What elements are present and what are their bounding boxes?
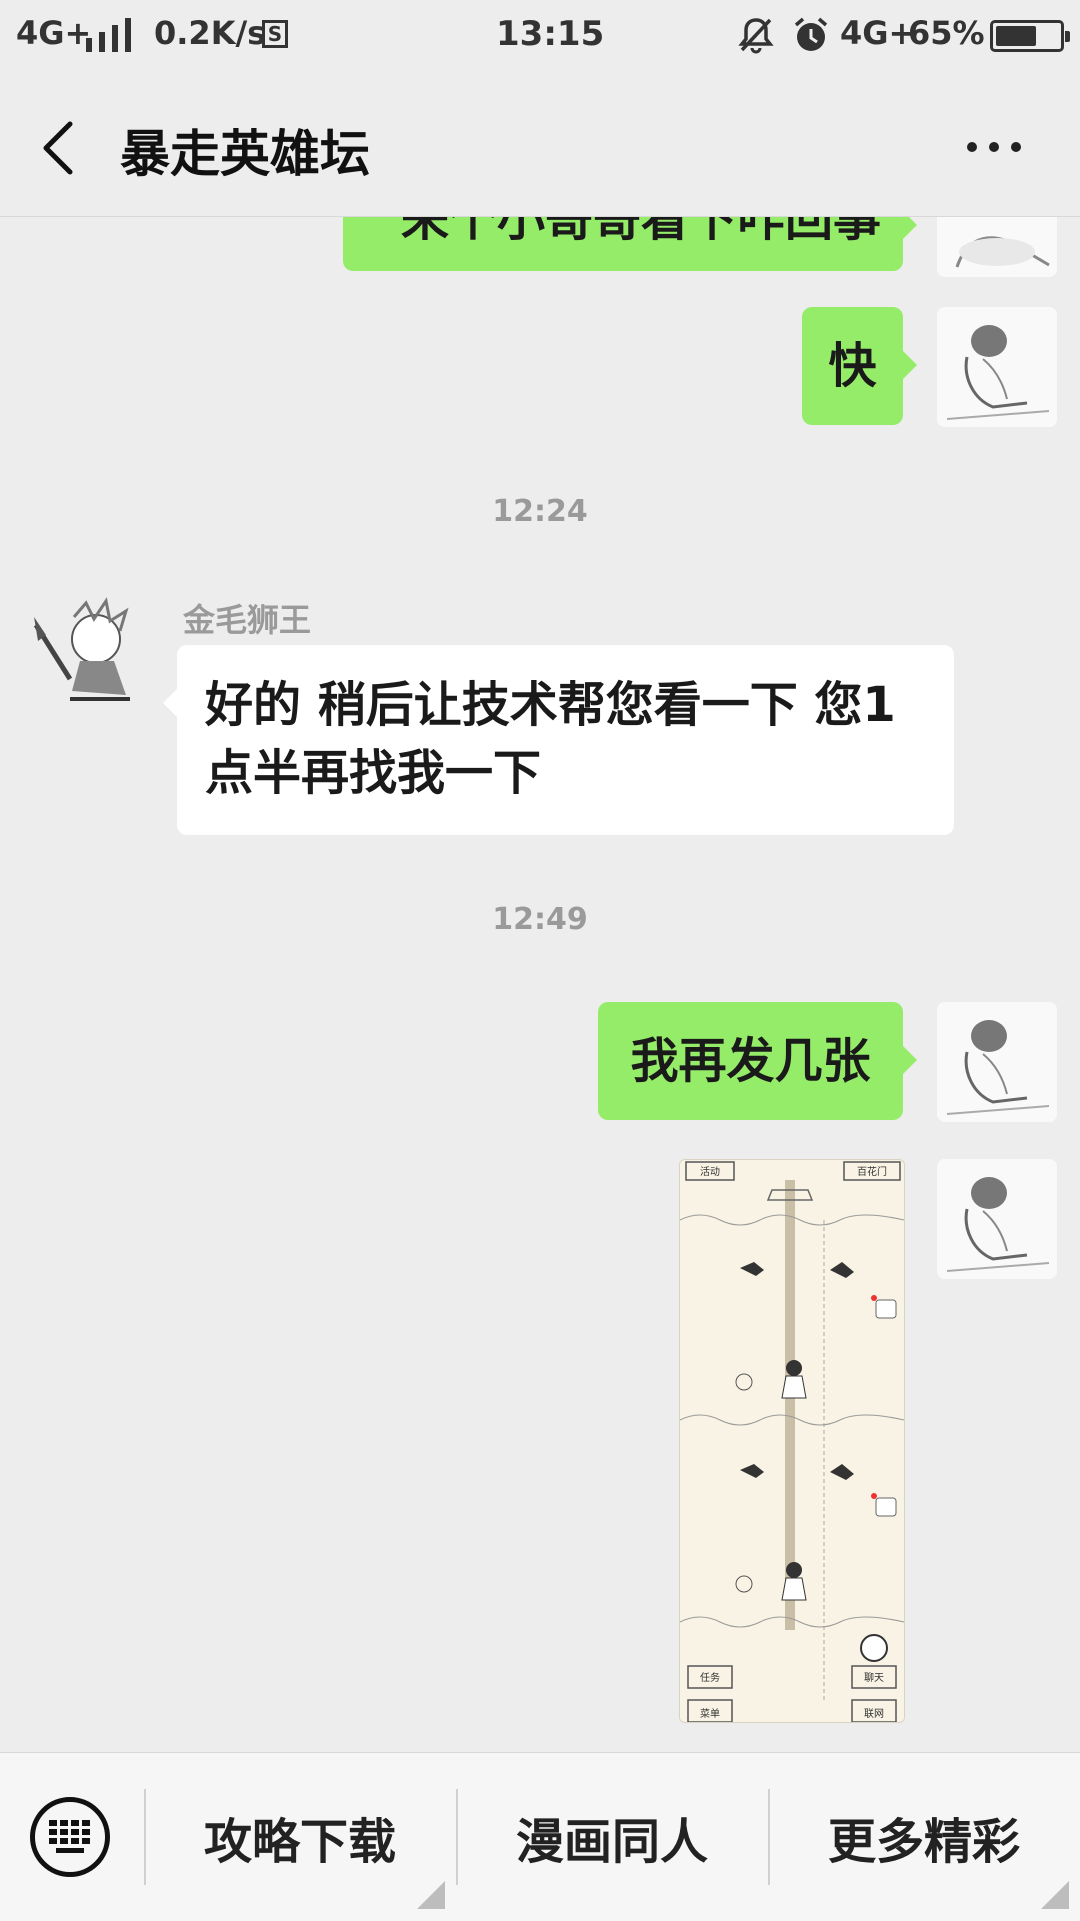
- my-avatar[interactable]: [937, 1002, 1057, 1122]
- message-bubble[interactable]: 快: [802, 307, 917, 425]
- image-label: 联网: [864, 1708, 884, 1720]
- clock: 13:15: [496, 14, 605, 54]
- menu-label: 攻略下载: [203, 1814, 396, 1870]
- game-screenshot-image: 活动 百花门 任务 聊天 菜单 联网: [680, 1160, 904, 1722]
- mute-bell-icon: [738, 16, 774, 62]
- sender-name: 金毛狮王: [183, 601, 312, 639]
- image-label: 菜单: [700, 1708, 720, 1720]
- network-speed: 0.2K/s: [154, 14, 267, 52]
- image-message[interactable]: 活动 百花门 任务 聊天 菜单 联网: [679, 1159, 905, 1723]
- battery-percent: 65%: [908, 14, 985, 52]
- chat-title: 暴走英雄坛: [120, 125, 370, 183]
- sender-avatar[interactable]: [30, 595, 150, 715]
- my-avatar[interactable]: [937, 1159, 1057, 1279]
- battery-fill: [996, 26, 1036, 46]
- message-bubble[interactable]: 我再发几张: [598, 1002, 917, 1120]
- message-text: 我再发几张: [630, 1033, 871, 1089]
- battery-icon: [990, 20, 1070, 52]
- bottom-menu-bar: 攻略下载 漫画同人 更多精彩: [0, 1752, 1080, 1921]
- chat-header: 暴走英雄坛: [0, 74, 1080, 217]
- signal-icon: [86, 18, 131, 52]
- menu-more-highlights[interactable]: 更多精彩: [769, 1753, 1079, 1921]
- image-label: 百花门: [857, 1165, 887, 1178]
- timestamp: 12:49: [492, 902, 588, 937]
- message-text: 来个小哥哥看下咋回事: [400, 217, 881, 247]
- timestamp: 12:24: [492, 494, 588, 529]
- menu-guide-download[interactable]: 攻略下载: [145, 1753, 455, 1921]
- my-avatar[interactable]: [937, 217, 1057, 277]
- menu-label: 漫画同人: [515, 1814, 708, 1870]
- message-text: 好的 稍后让技术帮您看一下 您1点半再找我一下: [205, 677, 896, 801]
- more-button[interactable]: [955, 104, 1035, 184]
- menu-label: 更多精彩: [827, 1814, 1020, 1870]
- menu-comics-fanart[interactable]: 漫画同人: [457, 1753, 767, 1921]
- alarm-icon: [792, 16, 830, 62]
- chevron-left-icon: [43, 121, 73, 175]
- message-bubble[interactable]: 好的 稍后让技术帮您看一下 您1点半再找我一下: [163, 645, 954, 835]
- chat-area[interactable]: 来个小哥哥看下咋回事 快 12:24 金毛狮王 好的 稍后让技术帮您看一下 您1…: [0, 217, 1080, 1752]
- my-avatar[interactable]: [937, 307, 1057, 427]
- image-label: 活动: [700, 1166, 720, 1178]
- status-bar: 4G+ 0.2K/s S 13:15 4G+ 65%: [0, 0, 1080, 74]
- message-text: 快: [828, 338, 877, 394]
- network-type: 4G+: [16, 14, 92, 52]
- image-label: 聊天: [864, 1671, 884, 1684]
- network-type-2: 4G+: [840, 14, 916, 52]
- back-button[interactable]: [34, 106, 94, 186]
- message-bubble[interactable]: 来个小哥哥看下咋回事: [343, 217, 917, 271]
- s-badge-icon: S: [262, 20, 288, 48]
- submenu-indicator-icon: [417, 1881, 445, 1909]
- submenu-indicator-icon: [1041, 1881, 1069, 1909]
- keyboard-toggle-button[interactable]: [30, 1797, 110, 1877]
- image-label: 任务: [700, 1671, 720, 1684]
